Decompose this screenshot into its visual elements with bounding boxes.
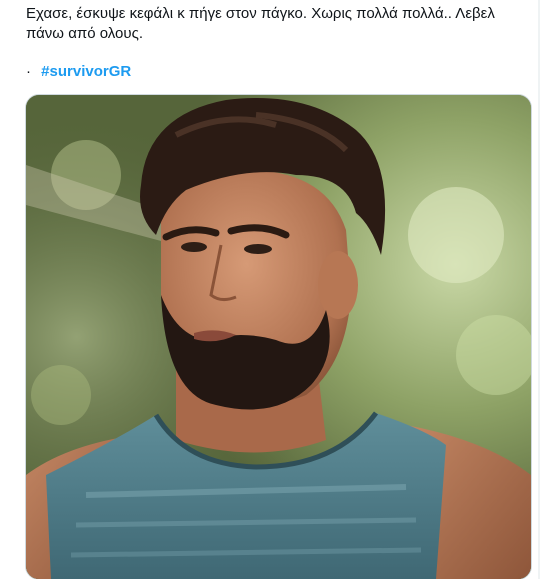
tweet-text-line-1: Εχασε, έσκυψε κεφάλι κ πήγε στον πάγκο. … bbox=[26, 5, 495, 22]
tweet-text-line-2: πάνω από ολους. bbox=[26, 25, 143, 42]
hashtag-row: · #survivorGR bbox=[26, 62, 131, 82]
tweet-text: Εχασε, έσκυψε κεφάλι κ πήγε στον πάγκο. … bbox=[26, 4, 526, 44]
portrait-photo bbox=[26, 95, 531, 579]
hashtag-link[interactable]: #survivorGR bbox=[41, 63, 131, 80]
bullet-separator: · bbox=[26, 63, 31, 80]
tweet-photo[interactable] bbox=[25, 94, 532, 579]
